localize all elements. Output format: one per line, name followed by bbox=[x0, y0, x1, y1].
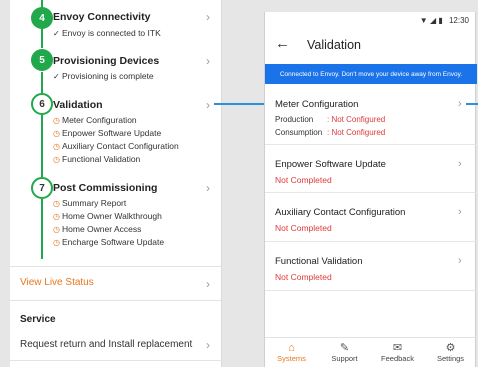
consumption-status: : Not Configured bbox=[327, 128, 386, 137]
tab-settings[interactable]: ⚙ Settings bbox=[424, 338, 477, 367]
chevron-right-icon: › bbox=[458, 255, 462, 267]
status-bar: ▼ ◢ ▮ 12:30 bbox=[265, 12, 477, 30]
check-icon: ✓ bbox=[53, 72, 60, 81]
production-status: : Not Configured bbox=[327, 115, 386, 124]
pending-clock-icon: ◷ bbox=[53, 238, 60, 247]
chevron-right-icon: › bbox=[458, 98, 462, 110]
step-title: Envoy Connectivity bbox=[53, 11, 151, 23]
consumption-label: Consumption bbox=[275, 128, 323, 137]
production-row: Production : Not Configured bbox=[275, 115, 385, 124]
step-number-badge: 4 bbox=[31, 7, 53, 29]
step-substatus: ✓ Provisioning is complete bbox=[53, 71, 154, 81]
service-heading: Service bbox=[20, 314, 56, 325]
tab-label: Systems bbox=[277, 354, 306, 363]
item-status: Not Completed bbox=[275, 272, 332, 282]
chevron-right-icon: › bbox=[206, 54, 210, 68]
connection-banner: Connected to Envoy. Don't move your devi… bbox=[265, 64, 477, 84]
step-number-badge: 6 bbox=[31, 93, 53, 115]
page-title: Validation bbox=[307, 38, 361, 52]
validation-item-functional-validation[interactable]: Functional Validation › Not Completed bbox=[265, 243, 477, 291]
divider bbox=[10, 300, 222, 301]
item-title: Auxiliary Contact Configuration bbox=[275, 207, 406, 218]
validation-item-enpower-software-update[interactable]: Enpower Software Update › Not Completed bbox=[265, 146, 477, 193]
chevron-right-icon: › bbox=[206, 181, 210, 195]
phone-screen: ▼ ◢ ▮ 12:30 ← Validation Connected to En… bbox=[264, 12, 477, 367]
request-return-label: Request return and Install replacement bbox=[20, 339, 193, 350]
divider bbox=[10, 266, 222, 267]
wrench-icon: ✎ bbox=[339, 342, 350, 354]
step-title: Provisioning Devices bbox=[53, 55, 160, 67]
commissioning-steps-panel: 4 Envoy Connectivity › ✓ Envoy is connect… bbox=[10, 0, 222, 367]
pending-clock-icon: ◷ bbox=[53, 155, 60, 164]
pending-clock-icon: ◷ bbox=[53, 212, 60, 221]
tab-label: Settings bbox=[436, 354, 465, 363]
home-icon: ⌂ bbox=[288, 342, 295, 354]
timeline-connector bbox=[41, 28, 43, 48]
back-arrow-icon[interactable]: ← bbox=[275, 35, 290, 52]
step-title: Post Commissioning bbox=[53, 182, 158, 194]
pending-clock-icon: ◷ bbox=[53, 199, 60, 208]
callout-arrow bbox=[466, 103, 478, 105]
tab-label: Feedback bbox=[381, 354, 414, 363]
tab-feedback[interactable]: ✉ Feedback bbox=[371, 338, 424, 367]
step-subitem: ◷ Meter Configuration bbox=[53, 115, 137, 125]
step-subitem: ◷ Enpower Software Update bbox=[53, 128, 162, 138]
status-time: 12:30 bbox=[448, 16, 469, 25]
item-title: Meter Configuration bbox=[275, 99, 359, 110]
step-number-badge: 7 bbox=[31, 177, 53, 199]
step-subitem: ◷ Summary Report bbox=[53, 198, 127, 208]
chevron-right-icon: › bbox=[458, 158, 462, 170]
divider bbox=[10, 360, 222, 361]
timeline-connector bbox=[41, 199, 43, 259]
chevron-right-icon: › bbox=[458, 206, 462, 218]
pending-clock-icon: ◷ bbox=[53, 116, 60, 125]
bottom-tab-bar: ⌂ Systems ✎ Support ✉ Feedback ⚙ Setting… bbox=[265, 337, 477, 367]
pending-clock-icon: ◷ bbox=[53, 142, 60, 151]
step-title: Validation bbox=[53, 99, 103, 111]
status-icons: ▼ ◢ ▮ 12:30 bbox=[420, 16, 469, 25]
timeline-connector bbox=[41, 115, 43, 177]
timeline-connector bbox=[41, 72, 43, 93]
validation-item-meter-configuration[interactable]: Meter Configuration › Production : Not Co… bbox=[265, 92, 477, 145]
chevron-right-icon: › bbox=[206, 277, 210, 291]
callout-arrow bbox=[214, 103, 268, 105]
step-substatus: ✓ Envoy is connected to ITK bbox=[53, 28, 161, 38]
production-label: Production bbox=[275, 115, 314, 124]
tab-label: Support bbox=[331, 354, 358, 363]
consumption-row: Consumption : Not Configured bbox=[275, 128, 385, 137]
tab-support[interactable]: ✎ Support bbox=[318, 338, 371, 367]
step-number-badge: 5 bbox=[31, 49, 53, 71]
chevron-right-icon: › bbox=[206, 338, 210, 352]
item-title: Functional Validation bbox=[275, 256, 363, 267]
wifi-icon: ▼ bbox=[419, 16, 428, 25]
item-status: Not Completed bbox=[275, 175, 332, 185]
check-icon: ✓ bbox=[53, 29, 60, 38]
pending-clock-icon: ◷ bbox=[53, 129, 60, 138]
step-subitem: ◷ Encharge Software Update bbox=[53, 237, 165, 247]
step-subitem: ◷ Home Owner Access bbox=[53, 224, 142, 234]
app-bar: ← Validation bbox=[265, 30, 477, 62]
battery-icon: ▮ bbox=[438, 16, 443, 25]
chevron-right-icon: › bbox=[206, 98, 210, 112]
step-subitem: ◷ Auxiliary Contact Configuration bbox=[53, 141, 179, 151]
view-live-status-label: View Live Status bbox=[20, 277, 94, 288]
gear-icon: ⚙ bbox=[445, 342, 456, 354]
signal-icon: ◢ bbox=[429, 16, 437, 25]
item-status: Not Completed bbox=[275, 223, 332, 233]
chevron-right-icon: › bbox=[206, 10, 210, 24]
step-subitem: ◷ Functional Validation bbox=[53, 154, 141, 164]
feedback-icon: ✉ bbox=[392, 342, 403, 354]
item-title: Enpower Software Update bbox=[275, 159, 386, 170]
validation-item-auxiliary-contact-configuration[interactable]: Auxiliary Contact Configuration › Not Co… bbox=[265, 194, 477, 242]
tab-systems[interactable]: ⌂ Systems bbox=[265, 338, 318, 367]
pending-clock-icon: ◷ bbox=[53, 225, 60, 234]
step-subitem: ◷ Home Owner Walkthrough bbox=[53, 211, 162, 221]
